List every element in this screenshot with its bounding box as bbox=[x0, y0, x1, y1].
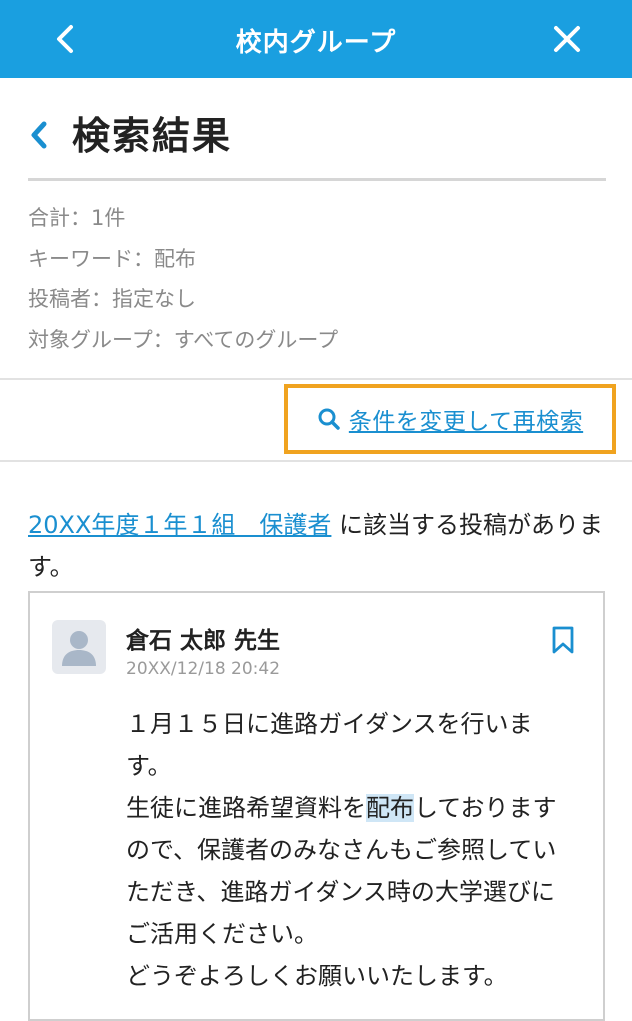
research-button[interactable]: 条件を変更して再検索 bbox=[284, 384, 616, 454]
avatar bbox=[52, 620, 106, 674]
page-heading: 検索結果 bbox=[28, 112, 604, 162]
close-icon bbox=[554, 26, 580, 52]
post-paragraph: どうぞよろしくお願いいたします。 bbox=[126, 962, 508, 990]
summary-keyword: キーワード：配布 bbox=[28, 246, 196, 271]
divider bbox=[0, 460, 632, 462]
summary-total: 合計：1件 bbox=[28, 206, 126, 230]
summary-poster: 投稿者：指定なし bbox=[28, 287, 196, 311]
post-body: １月１５日に進路ガイダンスを行います。 生徒に進路希望資料を配布しておりますので… bbox=[126, 703, 566, 997]
research-link[interactable]: 条件を変更して再検索 bbox=[349, 402, 583, 436]
keyword-highlight: 配布 bbox=[366, 794, 414, 822]
user-avatar-icon bbox=[62, 631, 96, 666]
divider bbox=[0, 378, 632, 380]
search-icon bbox=[318, 408, 340, 430]
group-link[interactable]: 20XX年度１年１組 保護者 bbox=[28, 511, 331, 539]
post-date: 20XX/12/18 20:42 bbox=[126, 659, 281, 679]
result-intro: 20XX年度１年１組 保護者 に該当する投稿があります。 bbox=[28, 504, 608, 588]
app-title: 校内グループ bbox=[235, 28, 397, 58]
page-title: 検索結果 bbox=[72, 114, 233, 158]
close-button[interactable] bbox=[546, 18, 588, 60]
post-author: 倉石 太郎 先生 bbox=[126, 628, 281, 654]
post-paragraph: 生徒に進路希望資料を配布しておりますので、保護者のみなさんもご参照していただき、… bbox=[126, 787, 566, 955]
chevron-left-icon[interactable] bbox=[28, 118, 50, 152]
post-card[interactable]: 倉石 太郎 先生 20XX/12/18 20:42 １月１５日に進路ガイダンスを… bbox=[28, 591, 605, 1021]
post-paragraph: １月１５日に進路ガイダンスを行います。 bbox=[126, 710, 533, 780]
bookmark-icon[interactable] bbox=[551, 625, 575, 655]
summary-target-group: 対象グループ：すべてのグループ bbox=[28, 327, 339, 352]
post-text: 生徒に進路希望資料を bbox=[126, 794, 366, 822]
heading-divider bbox=[28, 178, 606, 181]
app-header: 校内グループ bbox=[0, 0, 632, 78]
search-summary: 合計：1件 キーワード：配布 投稿者：指定なし 対象グループ：すべてのグループ bbox=[28, 198, 338, 360]
